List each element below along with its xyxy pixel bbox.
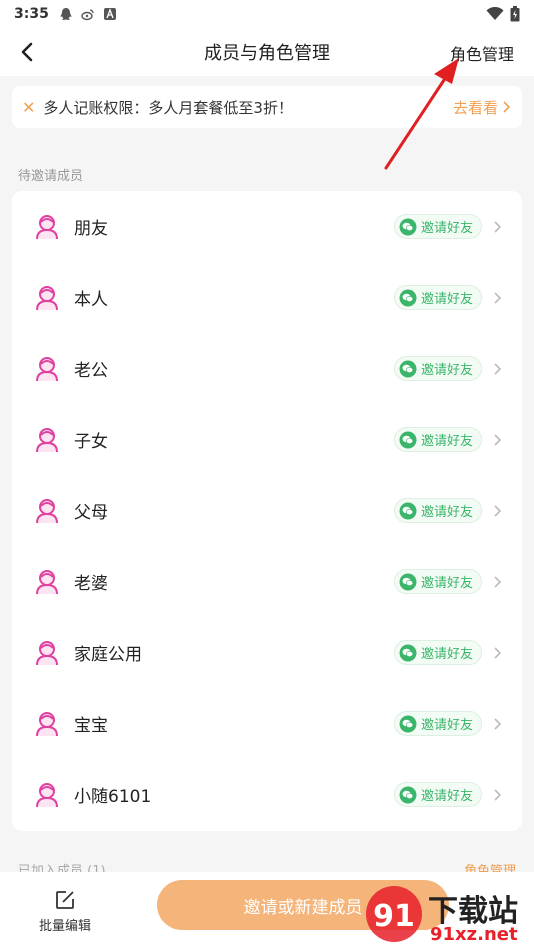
invite-friend-label: 邀请好友 xyxy=(420,789,473,804)
chevron-right-icon xyxy=(494,646,502,659)
wechat-icon xyxy=(399,786,417,803)
wechat-icon xyxy=(399,644,417,661)
wechat-icon xyxy=(399,218,417,235)
wechat-icon xyxy=(399,360,417,377)
member-row[interactable]: 老公 邀请好友 xyxy=(12,333,522,404)
battery-icon xyxy=(510,6,520,22)
chevron-right-icon xyxy=(494,220,502,233)
status-time: 3:35 xyxy=(14,6,49,22)
member-row[interactable]: 老婆 邀请好友 xyxy=(12,546,522,617)
edit-icon xyxy=(56,890,74,909)
invite-friend-label: 邀请好友 xyxy=(420,363,473,378)
member-name: 宝宝 xyxy=(74,716,108,736)
wifi-icon xyxy=(486,7,504,20)
nav-bar: 成员与角色管理 角色管理 xyxy=(0,28,534,76)
qq-icon xyxy=(60,8,72,20)
pending-members-label: 待邀请成员 xyxy=(18,169,84,184)
invite-friend-badge[interactable]: 邀请好友 xyxy=(393,427,482,452)
member-name: 老婆 xyxy=(74,574,108,594)
member-avatar-icon xyxy=(36,711,58,736)
member-row[interactable]: 朋友 邀请好友 xyxy=(12,191,522,262)
chevron-right-icon xyxy=(494,433,502,446)
member-list: 朋友 邀请好友 本人 邀请好友 老公 邀请好友 子女 邀请好友 父母 邀请好友 … xyxy=(12,191,522,831)
wechat-icon xyxy=(399,573,417,590)
wechat-icon xyxy=(399,289,417,306)
chevron-right-icon xyxy=(494,717,502,730)
member-avatar-icon xyxy=(36,569,58,594)
chevron-right-icon xyxy=(494,575,502,588)
member-name: 朋友 xyxy=(74,219,108,239)
invite-friend-badge[interactable]: 邀请好友 xyxy=(393,498,482,523)
status-bar: 3:35 xyxy=(0,0,534,28)
member-row[interactable]: 子女 邀请好友 xyxy=(12,404,522,475)
member-avatar-icon xyxy=(36,498,58,523)
invite-friend-badge[interactable]: 邀请好友 xyxy=(393,356,482,381)
member-name: 本人 xyxy=(74,290,108,310)
invite-friend-badge[interactable]: 邀请好友 xyxy=(393,569,482,594)
member-avatar-icon xyxy=(36,214,58,239)
member-avatar-icon xyxy=(36,640,58,665)
member-row[interactable]: 小随6101 邀请好友 xyxy=(12,759,522,830)
batch-edit-label: 批量编辑 xyxy=(38,918,91,934)
watermark: 91 下载站 91xz.net xyxy=(360,884,530,950)
member-row[interactable]: 宝宝 邀请好友 xyxy=(12,688,522,759)
watermark-logo-text: 91 xyxy=(373,899,415,934)
member-name: 家庭公用 xyxy=(74,645,142,665)
promo-link[interactable]: 去看看 xyxy=(453,97,512,118)
member-row[interactable]: 本人 邀请好友 xyxy=(12,262,522,333)
back-arrow-icon[interactable] xyxy=(14,38,42,66)
invite-friend-badge[interactable]: 邀请好友 xyxy=(393,711,482,736)
close-icon[interactable]: ✕ xyxy=(22,98,35,117)
member-name: 老公 xyxy=(74,361,108,381)
batch-edit-button[interactable]: 批量编辑 xyxy=(0,889,130,934)
a-notification-icon xyxy=(103,8,116,20)
chevron-right-icon xyxy=(503,101,511,113)
role-management-link[interactable]: 角色管理 xyxy=(450,41,514,65)
invite-friend-label: 邀请好友 xyxy=(420,718,473,733)
member-name: 小随6101 xyxy=(74,787,152,807)
invite-friend-label: 邀请好友 xyxy=(420,434,473,449)
invite-friend-label: 邀请好友 xyxy=(420,576,473,591)
page-title: 成员与角色管理 xyxy=(204,43,330,64)
invite-friend-badge[interactable]: 邀请好友 xyxy=(393,782,482,807)
invite-friend-badge[interactable]: 邀请好友 xyxy=(393,640,482,665)
chevron-right-icon xyxy=(494,291,502,304)
wechat-icon xyxy=(399,715,417,732)
invite-friend-badge[interactable]: 邀请好友 xyxy=(393,214,482,239)
member-avatar-icon xyxy=(36,782,58,807)
member-row[interactable]: 父母 邀请好友 xyxy=(12,475,522,546)
wechat-icon xyxy=(399,502,417,519)
invite-friend-label: 邀请好友 xyxy=(420,647,473,662)
promo-banner: ✕ 多人记账权限：多人月套餐低至3折！ 去看看 xyxy=(12,86,522,128)
member-name: 子女 xyxy=(74,432,108,452)
chevron-right-icon xyxy=(494,788,502,801)
wechat-icon xyxy=(399,431,417,448)
member-avatar-icon xyxy=(36,285,58,310)
chevron-right-icon xyxy=(494,504,502,517)
watermark-domain: 91xz.net xyxy=(430,924,518,945)
promo-link-label: 去看看 xyxy=(452,98,498,117)
invite-friend-label: 邀请好友 xyxy=(420,505,473,520)
status-right-icons xyxy=(486,6,520,22)
member-row[interactable]: 家庭公用 邀请好友 xyxy=(12,617,522,688)
invite-friend-badge[interactable]: 邀请好友 xyxy=(393,285,482,310)
weibo-icon xyxy=(81,9,94,21)
member-avatar-icon xyxy=(36,427,58,452)
invite-friend-label: 邀请好友 xyxy=(420,292,473,307)
member-name: 父母 xyxy=(74,503,108,523)
invite-friend-label: 邀请好友 xyxy=(420,221,473,236)
chevron-right-icon xyxy=(494,362,502,375)
member-avatar-icon xyxy=(36,356,58,381)
promo-text: 多人记账权限：多人月套餐低至3折！ xyxy=(43,98,293,117)
